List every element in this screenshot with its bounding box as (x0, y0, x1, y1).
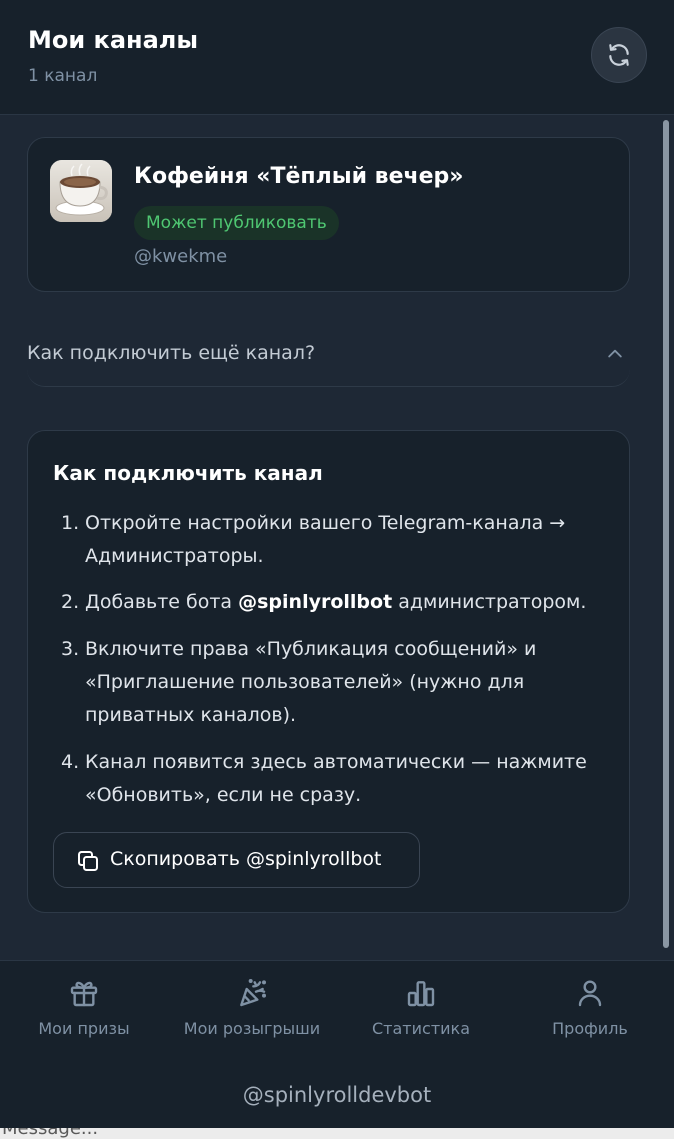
header: Мои каналы 1 канал (0, 0, 674, 115)
guide-title: Как подключить канал (53, 461, 323, 485)
step-text: Добавьте бота @spinlyrollbot администрат… (85, 586, 611, 619)
coffee-cup-icon (50, 160, 112, 222)
scrollbar[interactable] (663, 120, 669, 948)
channel-handle: @kwekme (134, 246, 228, 267)
nav-item-statistics[interactable]: Статистика (337, 977, 505, 1043)
refresh-icon (609, 44, 629, 66)
step-number: 2. (61, 591, 80, 613)
bot-username: @spinlyrollbot (238, 591, 393, 613)
step-number: 4. (61, 751, 80, 773)
step-text: Откройте настройки вашего Telegram-канал… (85, 512, 566, 567)
chevron-up-icon (608, 349, 622, 358)
nav-label: Профиль (552, 1019, 628, 1038)
status-badge: Может публиковать (134, 206, 339, 240)
faq-question: Как подключить ещё канал? (27, 342, 316, 364)
refresh-button[interactable] (591, 27, 647, 83)
step-text: Канал появится здесь автоматически — наж… (85, 751, 587, 806)
nav-item-giveaways[interactable]: Мои розыгрыши (168, 977, 336, 1043)
nav-label: Мои розыгрыши (183, 1019, 321, 1038)
page-title: Мои каналы (28, 26, 199, 54)
message-input-placeholder: Message... (2, 1128, 99, 1139)
channel-name: Кофейня «Тёплый вечер» (134, 164, 464, 189)
copy-icon (78, 851, 98, 871)
channel-card[interactable]: Кофейня «Тёплый вечер» Может публиковать… (27, 137, 630, 292)
nav-label: Мои призы (38, 1019, 130, 1038)
copy-button-label: Скопировать @spinlyrollbot (110, 848, 382, 870)
channel-count: 1 канал (28, 66, 98, 86)
guide-card: Как подключить канал 1. Откройте настрой… (27, 430, 630, 913)
channel-avatar (50, 160, 112, 222)
nav-item-profile[interactable]: Профиль (506, 977, 674, 1043)
user-icon (578, 980, 602, 1007)
step-number: 3. (61, 638, 80, 660)
party-popper-icon (240, 979, 266, 1007)
bottom-nav: Мои призы Мои розыгрыши Статистика Профи… (0, 960, 674, 1139)
step-text: Включите права «Публикация сообщений» и … (85, 638, 537, 726)
bar-chart-icon (407, 981, 435, 1007)
bot-handle: @spinlyrolldevbot (242, 1083, 432, 1107)
step-text-prefix: Добавьте бота (85, 591, 239, 613)
gift-icon (70, 981, 98, 1007)
nav-label: Статистика (372, 1019, 470, 1038)
faq-toggle[interactable]: Как подключить ещё канал? (27, 320, 630, 387)
step-number: 1. (61, 512, 80, 534)
copy-bot-button[interactable]: Скопировать @spinlyrollbot (53, 832, 420, 888)
nav-item-prizes[interactable]: Мои призы (0, 977, 168, 1043)
step-text-suffix: администратором. (392, 591, 587, 613)
message-input[interactable]: Message... (0, 1128, 674, 1139)
